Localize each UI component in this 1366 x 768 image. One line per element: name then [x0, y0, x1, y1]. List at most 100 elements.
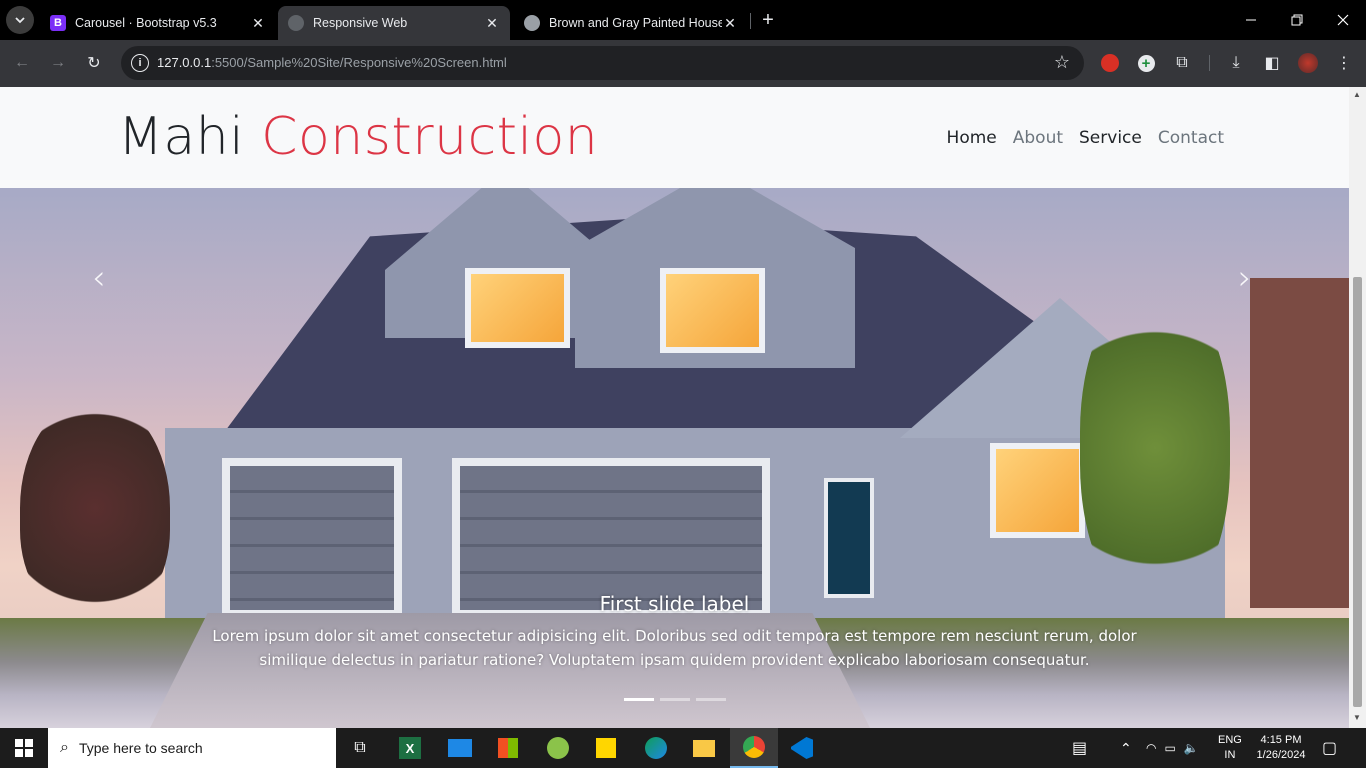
taskbar-file-explorer[interactable]: [680, 728, 728, 768]
site-info-icon[interactable]: i: [131, 54, 149, 72]
url-text[interactable]: 127.0.0.1:5500/Sample%20Site/Responsive%…: [157, 55, 507, 70]
minimize-icon: [1246, 19, 1256, 21]
taskbar-search-box[interactable]: ⌕ Type here to search: [48, 728, 336, 768]
puzzle-icon: ⧉: [1176, 54, 1188, 71]
globe-icon: [288, 15, 304, 31]
volume-icon[interactable]: 🔈: [1184, 741, 1199, 755]
carousel-indicator-3[interactable]: [696, 698, 726, 701]
nav-link-contact[interactable]: Contact: [1158, 128, 1224, 148]
forward-button[interactable]: →: [44, 49, 72, 77]
scrollbar-thumb[interactable]: [1353, 277, 1362, 707]
chevron-right-icon: ›: [1238, 258, 1252, 298]
hand-stop-icon: [1101, 54, 1119, 72]
wifi-icon[interactable]: ◠: [1146, 741, 1156, 755]
taskbar-vscode[interactable]: [778, 728, 826, 768]
browser-tab-strip: B Carousel · Bootstrap v5.3 ✕ Responsive…: [0, 0, 1366, 40]
plus-circle-icon: +: [1137, 54, 1155, 72]
windows-logo-icon: [15, 739, 33, 757]
arrow-right-icon: →: [50, 54, 66, 71]
store-icon: [498, 738, 518, 758]
side-panel-button[interactable]: ◧: [1258, 49, 1286, 77]
search-icon: ⌕: [60, 739, 69, 756]
new-tab-button[interactable]: +: [757, 9, 779, 31]
extensions-button[interactable]: ⧉: [1168, 49, 1196, 77]
extension-add-button[interactable]: +: [1132, 49, 1160, 77]
caption-text: Lorem ipsum dolor sit amet consectetur a…: [212, 627, 1137, 669]
taskbar-edge[interactable]: [632, 728, 680, 768]
language-indicator[interactable]: ENG IN: [1218, 728, 1242, 768]
tab-brown-gray-house[interactable]: Brown and Gray Painted House ✕: [514, 6, 748, 40]
restore-window-button[interactable]: [1274, 0, 1320, 40]
back-button[interactable]: ←: [8, 49, 36, 77]
task-view-icon: ⧉: [354, 739, 366, 756]
close-tab-icon[interactable]: ✕: [250, 15, 266, 31]
caption-title: First slide label: [599, 592, 750, 616]
scroll-down-icon[interactable]: ▼: [1353, 713, 1361, 722]
chrome-menu-button[interactable]: ⋮: [1330, 49, 1358, 77]
close-tab-icon[interactable]: ✕: [484, 15, 500, 31]
address-bar[interactable]: i 127.0.0.1:5500/Sample%20Site/Responsiv…: [121, 46, 1084, 80]
mail-icon: [448, 739, 472, 757]
page-scrollbar[interactable]: ▲ ▼: [1349, 87, 1366, 728]
hero-carousel: ‹ › First slide label Lorem ipsum dolor …: [0, 188, 1349, 728]
minimize-window-button[interactable]: [1228, 0, 1274, 40]
kebab-menu-icon: ⋮: [1336, 55, 1352, 72]
battery-icon[interactable]: ▭: [1164, 741, 1175, 755]
close-window-button[interactable]: [1320, 0, 1366, 40]
chevron-up-icon: ⌃: [1120, 739, 1132, 756]
taskbar-app-green[interactable]: [534, 728, 582, 768]
extension-button[interactable]: [1096, 49, 1124, 77]
start-button[interactable]: [0, 728, 48, 768]
scroll-up-icon[interactable]: ▲: [1353, 90, 1361, 99]
sticky-notes-icon: [596, 738, 616, 758]
carousel-indicators: [624, 698, 726, 701]
vscode-icon: [791, 737, 813, 759]
tray-news-icon[interactable]: ▤: [1072, 728, 1087, 768]
chevron-down-icon: [15, 17, 25, 24]
tab-responsive-web[interactable]: Responsive Web ✕: [278, 6, 510, 40]
taskbar-store[interactable]: [484, 728, 532, 768]
downloads-button[interactable]: ⤓: [1222, 49, 1250, 77]
nav-link-about[interactable]: About: [1013, 128, 1063, 148]
avatar: [1298, 53, 1318, 73]
app-circle-icon: [547, 737, 569, 759]
folder-icon: [693, 739, 715, 757]
notifications-button[interactable]: ▢: [1322, 728, 1337, 768]
nav-link-service[interactable]: Service: [1079, 128, 1142, 148]
clock[interactable]: 4:15 PM 1/26/2024: [1254, 728, 1308, 768]
tray-icons: ◠ ▭ 🔈: [1146, 728, 1199, 768]
page-viewport: Mahi Construction Home About Service Con…: [0, 87, 1349, 728]
bookmark-star-icon[interactable]: ☆: [1054, 52, 1070, 73]
bootstrap-icon: B: [50, 15, 66, 31]
news-icon: ▤: [1072, 740, 1088, 757]
profile-button[interactable]: [1294, 49, 1322, 77]
download-icon: ⤓: [1232, 54, 1240, 71]
brand-logo[interactable]: Mahi Construction: [118, 107, 598, 167]
tab-search-button[interactable]: [6, 6, 34, 34]
close-tab-icon[interactable]: ✕: [722, 15, 738, 31]
carousel-prev-button[interactable]: ‹: [92, 258, 106, 298]
notification-icon: ▢: [1322, 740, 1338, 757]
edge-icon: [645, 737, 667, 759]
carousel-indicator-1[interactable]: [624, 698, 654, 701]
windows-taskbar: ⌕ Type here to search ⧉ X ▤ ⌃ ◠ ▭ 🔈 ENG …: [0, 728, 1366, 768]
restore-icon: [1291, 14, 1303, 26]
reload-button[interactable]: ↻: [80, 49, 108, 77]
taskbar-mail[interactable]: [436, 728, 484, 768]
tab-carousel-bootstrap[interactable]: B Carousel · Bootstrap v5.3 ✕: [40, 6, 276, 40]
nav-link-home[interactable]: Home: [947, 128, 997, 148]
taskbar-chrome[interactable]: [730, 728, 778, 768]
chevron-left-icon: ‹: [92, 258, 106, 298]
task-view-button[interactable]: ⧉: [336, 728, 384, 768]
browser-toolbar: ← → ↻ i 127.0.0.1:5500/Sample%20Site/Res…: [0, 40, 1366, 87]
site-navbar: Mahi Construction Home About Service Con…: [0, 87, 1349, 188]
taskbar-sticky-notes[interactable]: [582, 728, 630, 768]
close-icon: [1337, 14, 1349, 26]
carousel-next-button[interactable]: ›: [1238, 258, 1252, 298]
tray-chevron[interactable]: ⌃: [1120, 728, 1132, 768]
taskbar-excel[interactable]: X: [386, 728, 434, 768]
excel-icon: X: [399, 737, 421, 759]
chrome-icon: [743, 736, 765, 758]
carousel-indicator-2[interactable]: [660, 698, 690, 701]
globe-icon: [524, 15, 540, 31]
